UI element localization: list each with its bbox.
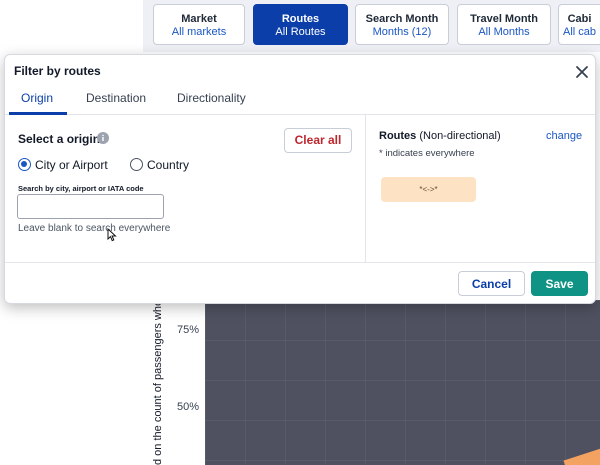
clear-all-button[interactable]: Clear all <box>284 128 352 153</box>
radio-city-or-airport[interactable]: City or Airport <box>18 157 118 173</box>
filter-market-value: All markets <box>171 26 227 38</box>
filter-routes-title: Routes <box>281 13 320 25</box>
filter-cabin-title: Cabi <box>567 13 592 25</box>
filter-routes-value: All Routes <box>275 26 326 38</box>
filter-routes-button[interactable]: Routes All Routes <box>253 4 348 45</box>
filter-routes-modal: Filter by routes Origin Destination Dire… <box>4 54 596 304</box>
filter-travel-month-button[interactable]: Travel Month All Months <box>457 4 551 45</box>
search-field-label: Search by city, airport or IATA code <box>18 184 144 193</box>
radio-selected-indicator <box>18 158 31 171</box>
radio-city-or-airport-label: City or Airport <box>35 158 108 172</box>
filter-search-month-value: Months (12) <box>372 26 432 38</box>
tab-directionality[interactable]: Directionality <box>177 91 246 105</box>
close-icon[interactable] <box>573 63 591 81</box>
y-tick-50: 50% <box>176 401 199 413</box>
filter-travel-month-title: Travel Month <box>470 13 538 25</box>
radio-country-label: Country <box>147 158 190 172</box>
filter-market-button[interactable]: Market All markets <box>153 4 245 45</box>
chart-y-axis-label: d on the count of passengers who re <box>152 287 164 465</box>
chart-plot-area <box>205 300 600 465</box>
footer-divider <box>5 262 595 263</box>
routes-heading: Routes (Non-directional) <box>379 130 501 142</box>
search-hint-text: Leave blank to search everywhere <box>18 223 171 234</box>
save-button[interactable]: Save <box>531 271 588 296</box>
change-link[interactable]: change <box>546 130 582 142</box>
info-icon[interactable] <box>97 132 109 144</box>
filter-cabin-button[interactable]: Cabi All cab <box>558 4 600 45</box>
route-chip: *<->* <box>381 177 476 202</box>
modal-title: Filter by routes <box>14 64 101 78</box>
filter-travel-month-value: All Months <box>478 26 530 38</box>
tab-origin[interactable]: Origin <box>21 91 53 105</box>
radio-country[interactable]: Country <box>130 157 200 173</box>
filter-market-title: Market <box>181 13 217 25</box>
radio-unselected-indicator <box>130 158 143 171</box>
select-origin-label: Select a origin <box>18 132 101 146</box>
cancel-button[interactable]: Cancel <box>458 271 525 296</box>
tab-destination[interactable]: Destination <box>86 91 146 105</box>
mouse-pointer-icon <box>107 228 117 242</box>
routes-heading-subtitle: (Non-directional) <box>419 130 501 142</box>
filter-search-month-title: Search Month <box>365 13 439 25</box>
modal-tabs: Origin Destination Directionality <box>5 85 595 115</box>
filter-search-month-button[interactable]: Search Month Months (12) <box>355 4 449 45</box>
routes-heading-label: Routes <box>379 130 417 142</box>
routes-note: * indicates everywhere <box>379 148 475 159</box>
y-tick-75: 75% <box>176 324 199 336</box>
active-tab-indicator <box>9 112 67 115</box>
filter-cabin-value: All cab <box>562 26 597 38</box>
origin-search-input[interactable] <box>17 194 164 219</box>
panel-divider <box>365 115 366 262</box>
